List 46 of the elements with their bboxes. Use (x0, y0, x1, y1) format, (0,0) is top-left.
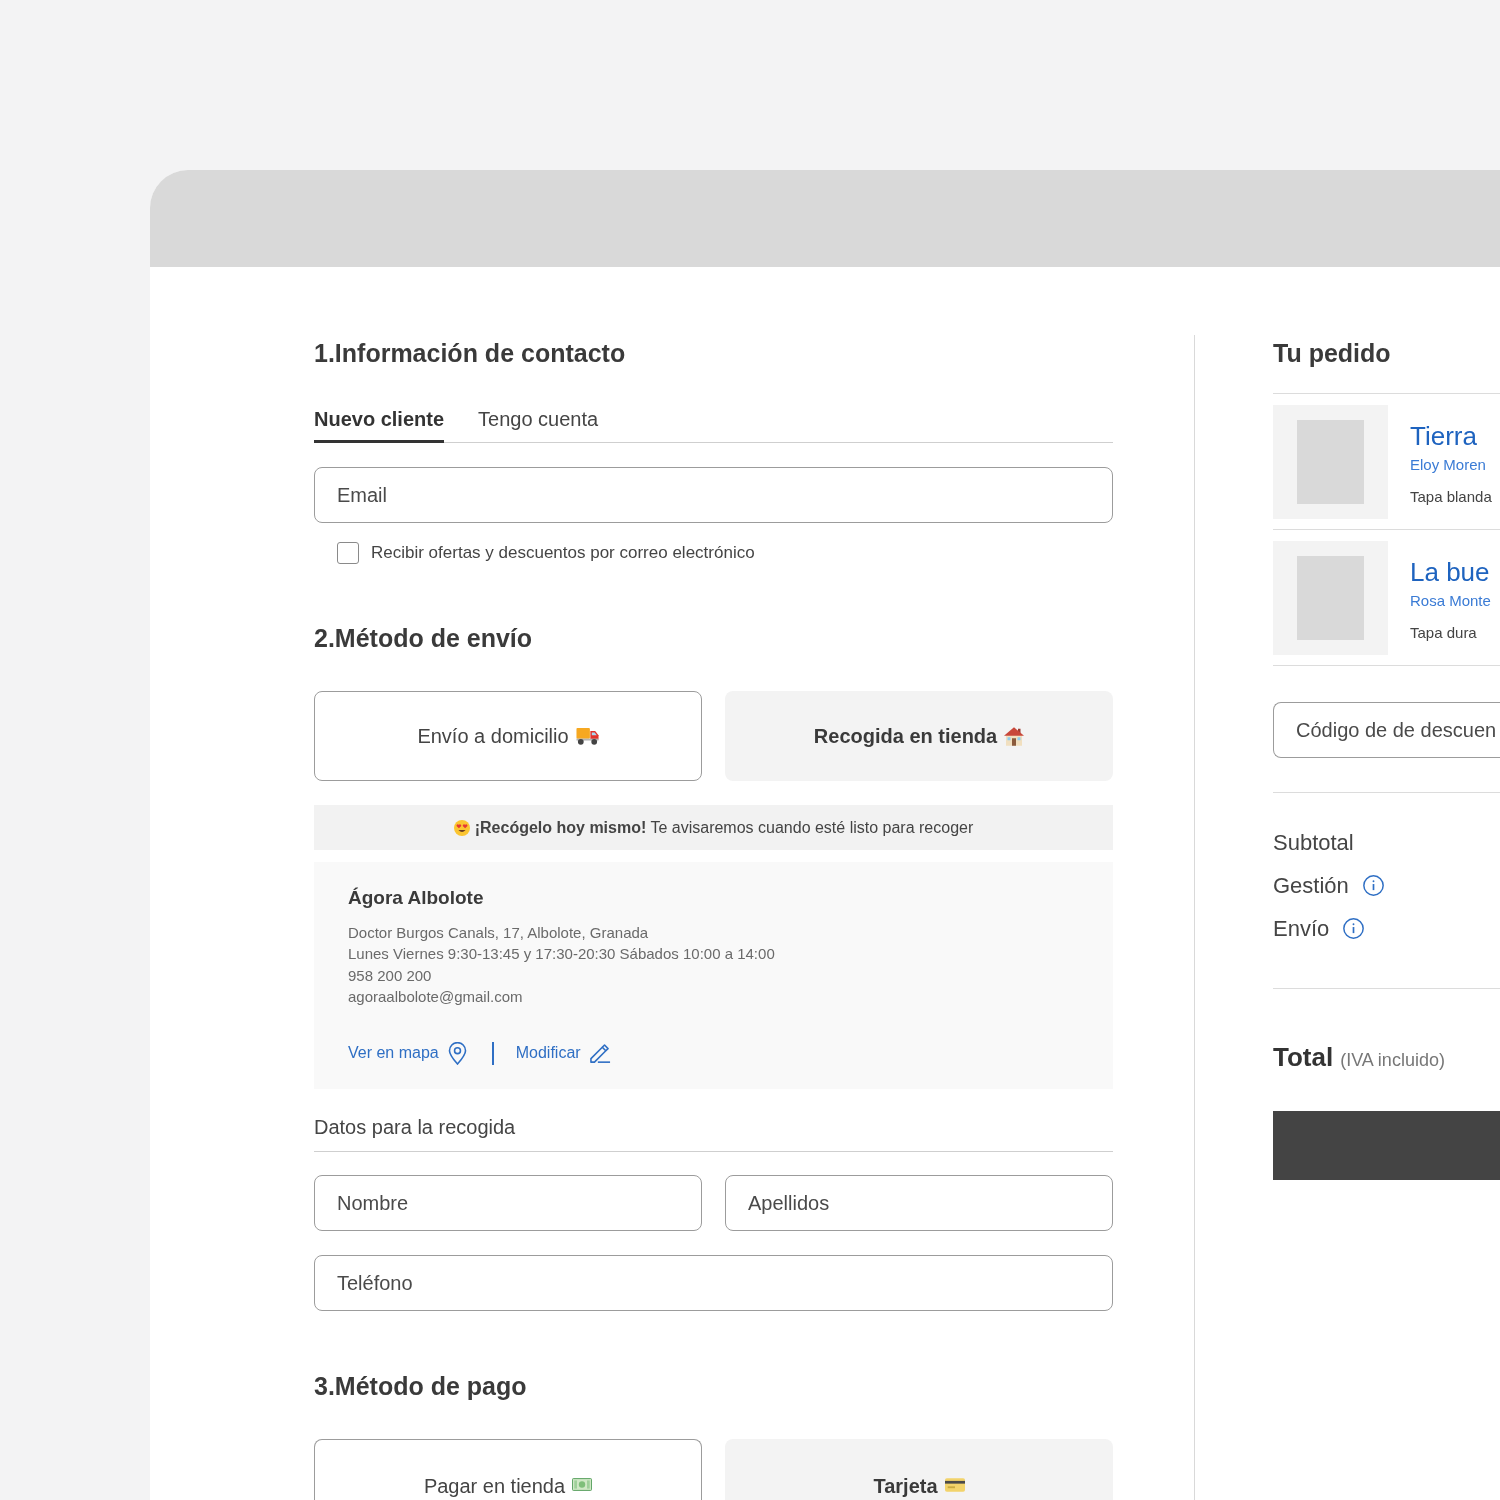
info-icon[interactable] (1343, 918, 1365, 939)
store-hours: Lunes Viernes 9:30-13:45 y 17:30-20:30 Sábados 10:00 a 14:00 (348, 944, 775, 965)
info-icon[interactable] (1362, 875, 1384, 896)
first-name-field[interactable]: Nombre (314, 1175, 702, 1231)
pencil-icon (589, 1043, 611, 1063)
email-field[interactable]: Email (314, 467, 1113, 523)
book-format: Tapa dura (1410, 623, 1477, 643)
total-note: (IVA incluido) (1340, 1049, 1445, 1072)
edit-link[interactable]: Modificar (515, 1041, 611, 1066)
total-label: Total (1273, 1041, 1334, 1074)
payment-option[interactable]: Pagar en tienda (314, 1439, 702, 1500)
banknote-icon (572, 1478, 593, 1491)
book-title[interactable]: La bue (1410, 556, 1490, 588)
section-heading: 3.Método de pago (314, 1371, 527, 1402)
discount-code-field[interactable]: Código de de descuen (1273, 702, 1500, 758)
book-format: Tapa blanda (1410, 487, 1492, 507)
tab[interactable]: Tengo cuenta (478, 405, 599, 443)
checkbox[interactable] (337, 542, 359, 564)
book-author[interactable]: Rosa Monte (1410, 590, 1491, 612)
last-name-field[interactable]: Apellidos (725, 1175, 1113, 1231)
subsection-title: Datos para la recogida (314, 1116, 516, 1138)
notice-text: ¡Recógelo hoy mismo! Te avisaremos cuando esté listo para recoger (474, 817, 974, 838)
store-name: Ágora Albolote (348, 886, 484, 910)
checkbox-label: Recibir ofertas y descuentos por correo electrónico (371, 542, 755, 564)
truck-icon (575, 727, 599, 745)
store-phone: 958 200 200 (348, 965, 432, 986)
payment-option[interactable]: Tarjeta (725, 1439, 1113, 1500)
credit-card-icon (944, 1478, 965, 1492)
shipping-option[interactable]: Envío a domicilio (314, 691, 702, 781)
summary-label: Gestión (1273, 871, 1349, 900)
house-icon (1004, 726, 1025, 746)
phone-field[interactable]: Teléfono (314, 1255, 1113, 1311)
book-author[interactable]: Eloy Moren (1410, 454, 1486, 476)
store-address: Doctor Burgos Canals, 17, Albolote, Granada (348, 923, 649, 943)
store-email: agoraalbolote@gmail.com (348, 986, 523, 1007)
summary-label: Envío (1273, 914, 1330, 943)
book-title[interactable]: Tierra (1410, 420, 1477, 452)
shipping-option[interactable]: Recogida en tienda (725, 691, 1113, 781)
section-heading: Tu pedido (1273, 338, 1391, 369)
heart-eyes-face-icon (453, 819, 470, 836)
section-heading: 1.Información de contacto (314, 338, 626, 369)
map-pin-icon (447, 1041, 467, 1065)
tab[interactable]: Nuevo cliente (314, 405, 445, 443)
summary-label: Subtotal (1273, 828, 1354, 857)
map-link[interactable]: Ver en mapa (348, 1041, 467, 1066)
section-heading: 2.Método de envío (314, 623, 533, 654)
